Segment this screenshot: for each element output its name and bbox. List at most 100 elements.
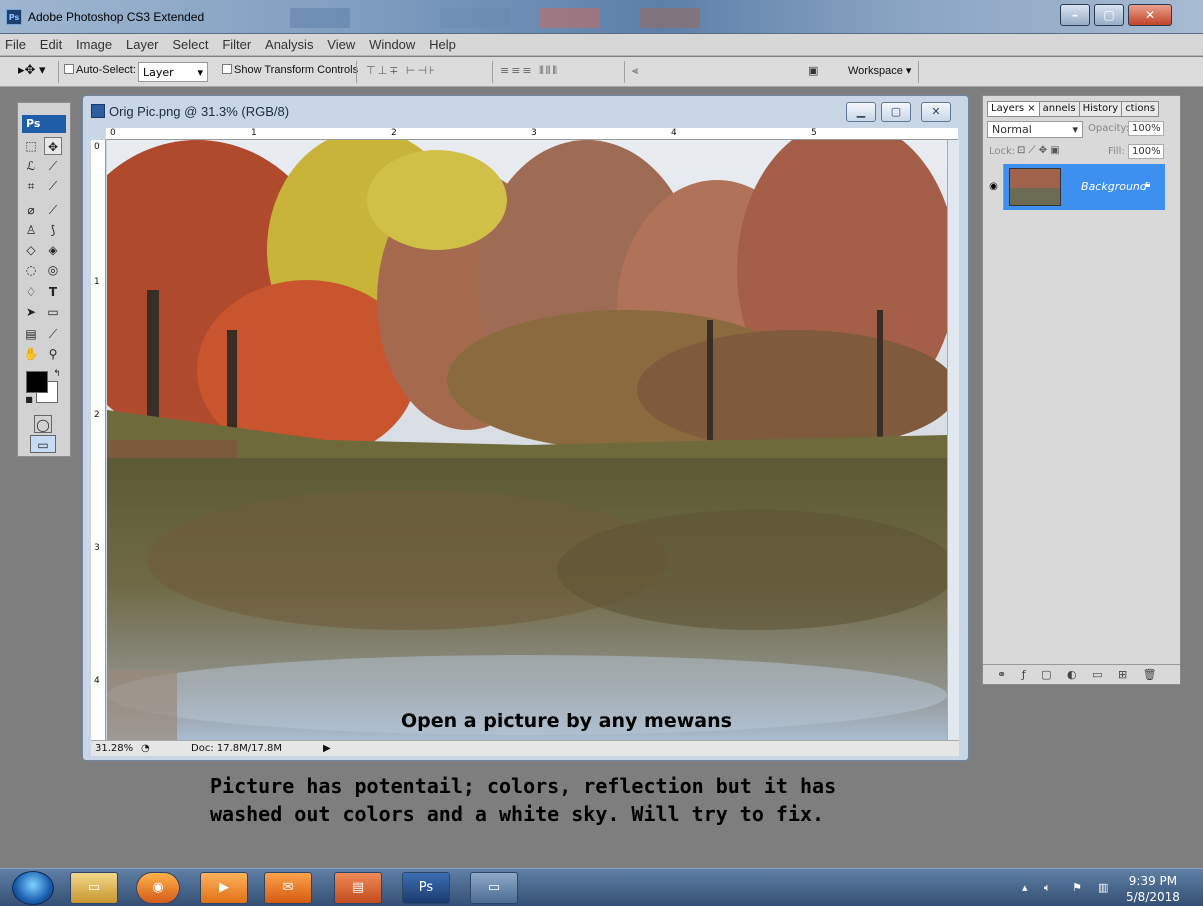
show-hidden-icons-icon[interactable]: ▴ <box>1022 881 1028 894</box>
mail-taskbar-button[interactable]: ✉ <box>264 872 312 904</box>
taskbar: ▭ ◉ ▶ ✉ ▤ Ps ▭ ▴ 🔈︎ ⚑ ▥ 9:39 PM 5/8/2018 <box>0 868 1203 906</box>
doc-minimize-button[interactable]: ▁ <box>846 102 876 122</box>
blur-tool-icon[interactable]: ◌ <box>22 261 40 279</box>
foreground-color-swatch[interactable] <box>26 371 48 393</box>
slice-tool-icon[interactable]: ⟋ <box>44 177 62 195</box>
clock-date: 5/8/2018 <box>1126 890 1180 904</box>
swap-colors-icon[interactable]: ↰ <box>48 365 66 383</box>
distribute-buttons-icon[interactable]: ≡≡≡ ⫴⫴⫴ <box>500 64 559 78</box>
photoshop-taskbar-label: Ps <box>418 880 434 895</box>
move-tool-preset-icon[interactable]: ▸✥ ▾ <box>18 62 46 78</box>
zoom-level[interactable]: 31.28% <box>95 743 133 754</box>
lasso-tool-icon[interactable]: ℒ <box>22 157 40 175</box>
volume-icon[interactable]: 🔈︎ <box>1044 881 1051 895</box>
dodge-tool-icon[interactable]: ◎ <box>44 261 62 279</box>
menu-file[interactable]: File <box>0 34 31 52</box>
menu-image[interactable]: Image <box>71 34 117 52</box>
layers-panel: Layers × annels History ctions Normal ▾ Opac… <box>982 95 1181 685</box>
vertical-scrollbar[interactable] <box>947 140 959 740</box>
ruler-label: 4 <box>94 676 100 686</box>
zoom-menu-icon[interactable]: ◔ <box>141 743 150 754</box>
healing-brush-tool-icon[interactable]: ⌀ <box>22 201 40 219</box>
magic-wand-tool-icon[interactable]: ⟋ <box>44 157 62 175</box>
auto-select-checkbox[interactable]: Auto-Select: <box>64 64 136 76</box>
pen-tool-icon[interactable]: ♢ <box>22 283 40 301</box>
layers-footer-buttons[interactable]: ⚭ ƒ ▢ ◐ ▭ ⊞ 🗑︎ <box>983 664 1180 684</box>
tools-ps-logo: Ps <box>22 115 66 133</box>
menu-select[interactable]: Select <box>167 34 213 52</box>
fill-field[interactable]: 100% <box>1128 144 1164 159</box>
quick-mask-icon[interactable]: ◯ <box>34 415 52 433</box>
clock[interactable]: 9:39 PM 5/8/2018 <box>1126 873 1180 905</box>
marquee-tool-icon[interactable]: ⬚ <box>22 137 40 155</box>
crop-tool-icon[interactable]: ⌗ <box>22 177 40 195</box>
clone-stamp-tool-icon[interactable]: ♙ <box>22 221 40 239</box>
doc-maximize-button[interactable]: ▢ <box>881 102 911 122</box>
photos-taskbar-button[interactable]: ▭ <box>470 872 518 904</box>
show-transform-label: Show Transform Controls <box>234 64 359 76</box>
image-canvas[interactable]: Open a picture by any mewans <box>107 140 947 740</box>
photoshop-logo-icon: Ps <box>6 9 22 25</box>
shape-tool-icon[interactable]: ▭ <box>44 303 62 321</box>
hand-tool-icon[interactable]: ✋ <box>22 345 40 363</box>
tab-actions[interactable]: ctions <box>1121 101 1160 117</box>
eraser-tool-icon[interactable]: ◇ <box>22 241 40 259</box>
type-tool-icon[interactable]: T <box>44 283 62 301</box>
menu-edit[interactable]: Edit <box>35 34 67 52</box>
background-decoration <box>540 8 600 28</box>
minimize-button[interactable]: – <box>1060 4 1090 26</box>
network-icon[interactable]: ▥ <box>1098 881 1108 894</box>
default-colors-icon[interactable]: ■ <box>20 391 38 409</box>
tab-history[interactable]: History <box>1078 101 1123 117</box>
move-tool-icon[interactable]: ✥ <box>44 137 62 155</box>
notes-tool-icon[interactable]: ▤ <box>22 325 40 343</box>
powerpoint-taskbar-button[interactable]: ▤ <box>334 872 382 904</box>
lock-icons[interactable]: ⊡ ⟋ ✥ ▣ <box>1017 145 1060 156</box>
brush-tool-icon[interactable]: ⟋ <box>44 201 62 219</box>
menu-help[interactable]: Help <box>424 34 461 52</box>
doc-close-button[interactable]: ✕ <box>921 102 951 122</box>
align-buttons-icon[interactable]: ⊤⊥∓ ⊢⊣⊦ <box>366 64 437 77</box>
screen-mode-icon[interactable]: ▭ <box>30 435 56 453</box>
ruler-label: 1 <box>251 128 257 138</box>
divider <box>624 61 625 83</box>
workspace-button[interactable]: Workspace ▾ <box>848 64 911 77</box>
tab-channels[interactable]: annels <box>1038 101 1080 117</box>
history-brush-tool-icon[interactable]: ⟆ <box>44 221 62 239</box>
menu-window[interactable]: Window <box>364 34 420 52</box>
photoshop-taskbar-button[interactable]: Ps <box>402 872 450 904</box>
tab-layers[interactable]: Layers × <box>987 101 1040 117</box>
eyedropper-tool-icon[interactable]: ⟋ <box>44 325 62 343</box>
document-title: Orig Pic.png @ 31.3% (RGB/8) <box>91 104 289 119</box>
menu-analysis[interactable]: Analysis <box>260 34 318 52</box>
explorer-taskbar-button[interactable]: ▭ <box>70 872 118 904</box>
menu-filter[interactable]: Filter <box>217 34 256 52</box>
auto-align-icon[interactable]: ⫷ <box>632 64 640 78</box>
workspace-icon[interactable]: ▣ <box>808 64 820 77</box>
layer-name: Background <box>1081 180 1147 193</box>
close-button[interactable]: ✕ <box>1128 4 1172 26</box>
status-bar: 31.28% ◔ Doc: 17.8M/17.8M ▶ <box>91 740 959 756</box>
start-button[interactable] <box>12 871 54 905</box>
annotation-inline: Open a picture by any mewans <box>401 710 732 732</box>
media-taskbar-button[interactable]: ▶ <box>200 872 248 904</box>
eye-icon[interactable]: ◉ <box>984 164 1004 210</box>
blend-mode-dropdown[interactable]: Normal ▾ <box>987 121 1083 138</box>
divider <box>58 61 59 83</box>
layer-row-background[interactable]: ◉ Background 🔒︎ <box>984 164 1165 210</box>
show-transform-checkbox[interactable]: Show Transform Controls <box>222 64 358 76</box>
menu-view[interactable]: View <box>322 34 360 52</box>
firefox-taskbar-button[interactable]: ◉ <box>136 872 180 904</box>
action-center-flag-icon[interactable]: ⚑ <box>1072 881 1082 894</box>
maximize-button[interactable]: ▢ <box>1094 4 1124 26</box>
path-selection-tool-icon[interactable]: ➤ <box>22 303 40 321</box>
auto-select-dropdown[interactable]: Layer ▾ <box>138 62 208 82</box>
ruler-label: 5 <box>811 128 817 138</box>
status-menu-icon[interactable]: ▶ <box>323 743 331 754</box>
paint-bucket-tool-icon[interactable]: ◈ <box>44 241 62 259</box>
vertical-ruler: 0 1 2 3 4 <box>91 140 106 740</box>
menu-layer[interactable]: Layer <box>121 34 164 52</box>
opacity-field[interactable]: 100% <box>1128 121 1164 136</box>
zoom-tool-icon[interactable]: ⚲ <box>44 345 62 363</box>
auto-select-value: Layer <box>143 66 174 79</box>
